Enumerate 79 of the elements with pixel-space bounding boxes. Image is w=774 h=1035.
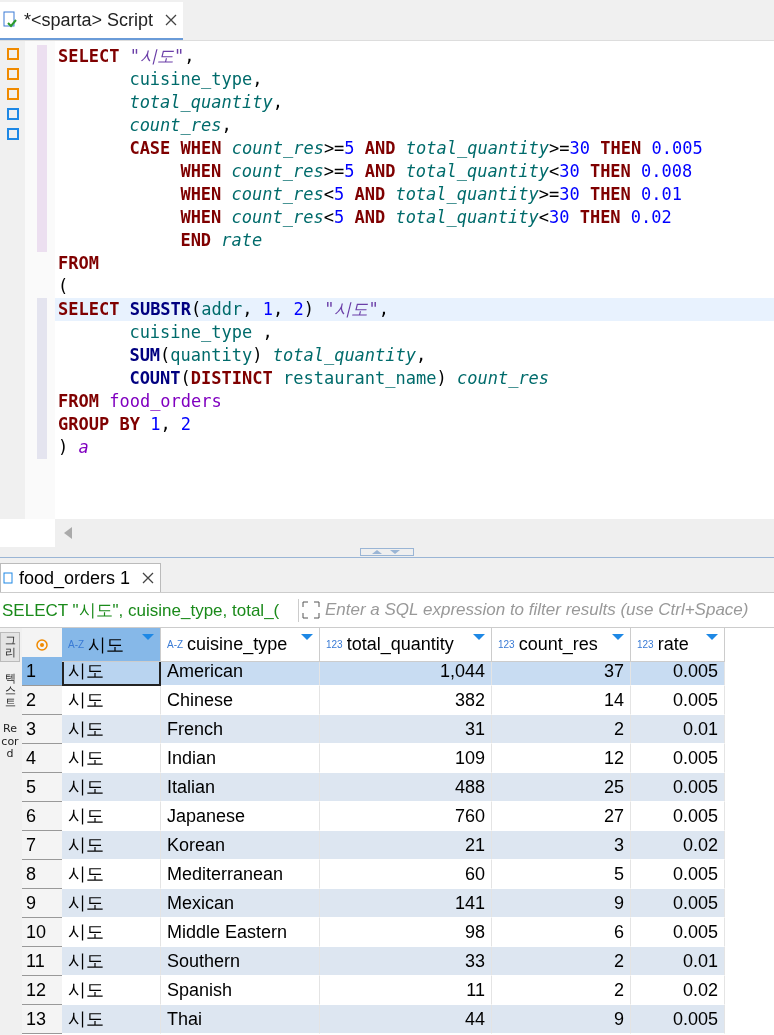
close-icon[interactable] bbox=[165, 14, 178, 26]
table-cell: 시도 bbox=[62, 715, 161, 744]
table-cell: 25 bbox=[492, 773, 631, 802]
filter-input[interactable]: Enter a SQL expression to filter results (use Ctrl+Space) bbox=[323, 599, 774, 621]
type-label: 123 bbox=[326, 639, 343, 650]
table-cell: 21 bbox=[320, 831, 492, 860]
table-cell: Southern bbox=[161, 947, 320, 976]
script-file-icon bbox=[2, 11, 18, 29]
caret-icon[interactable] bbox=[473, 634, 485, 640]
column-name: cuisine_type bbox=[187, 634, 288, 655]
table-cell: 0.01 bbox=[631, 947, 725, 976]
table-cell: 0.005 bbox=[631, 1005, 725, 1034]
table-cell: 488 bbox=[320, 773, 492, 802]
row-number[interactable]: 4 bbox=[22, 744, 62, 773]
table-cell: 시도 bbox=[62, 773, 161, 802]
caret-icon[interactable] bbox=[142, 634, 154, 640]
caret-icon[interactable] bbox=[706, 634, 718, 640]
row-number[interactable]: 8 bbox=[22, 860, 62, 889]
column-name: rate bbox=[657, 634, 689, 655]
row-number[interactable]: 9 bbox=[22, 889, 62, 918]
table-cell: 2 bbox=[492, 715, 631, 744]
sql-code[interactable]: SELECT "시도", cuisine_type, total_quantity, count_res, CASE WHEN count_res>=5 AND total_quantity>=30 THEN 0.005 WHEN count_res>=5 AND total_quantity<30 THEN 0.008 WHEN count_res<5 AND total_quantity>=30 THEN 0.01 WHEN count_res<5 AND total_quantity<30 THEN 0.02 END rate FROM ( SELECT SUBSTR(addr, 1, 2) "시도", cuisine_type , SUM(quantity) total_quantity, COUNT(DISTINCT restaurant_name) count_res FROM food_orders GROUP BY 1, 2 ) a bbox=[55, 41, 774, 519]
table-cell: French bbox=[161, 715, 320, 744]
row-number[interactable]: 1 bbox=[22, 657, 62, 686]
row-number[interactable]: 7 bbox=[22, 831, 62, 860]
column-header[interactable]: A-Z cuisine_type bbox=[161, 628, 320, 662]
row-number[interactable]: 12 bbox=[22, 976, 62, 1005]
table-cell: 0.005 bbox=[631, 773, 725, 802]
table-cell: 141 bbox=[320, 889, 492, 918]
table-cell: Korean bbox=[161, 831, 320, 860]
type-label: 123 bbox=[498, 639, 515, 650]
results-tab[interactable]: food_orders 1 bbox=[0, 563, 162, 592]
table-cell: 33 bbox=[320, 947, 492, 976]
column-header[interactable]: 123 rate bbox=[631, 628, 725, 662]
table-cell: 0.01 bbox=[631, 715, 725, 744]
side-tab[interactable]: 텍스트 bbox=[0, 670, 20, 713]
close-icon[interactable] bbox=[142, 572, 155, 584]
table-cell: 9 bbox=[492, 889, 631, 918]
table-cell: 0.02 bbox=[631, 831, 725, 860]
type-label: A-Z bbox=[167, 639, 184, 650]
table-cell: Mexican bbox=[161, 889, 320, 918]
column-name: count_res bbox=[518, 634, 598, 655]
row-number[interactable]: 3 bbox=[22, 715, 62, 744]
table-cell: 0.005 bbox=[631, 889, 725, 918]
query-text: SELECT "시도", cuisine_type, total_( bbox=[0, 598, 299, 622]
column-header[interactable]: 123 total_quantity bbox=[320, 628, 492, 662]
column-name: total_quantity bbox=[346, 634, 454, 655]
table-cell: Thai bbox=[161, 1005, 320, 1034]
table-cell: 9 bbox=[492, 1005, 631, 1034]
column-header[interactable]: A-Z 시도 bbox=[62, 628, 161, 662]
side-tab[interactable]: Record bbox=[0, 720, 20, 763]
type-label: A-Z bbox=[68, 639, 85, 650]
editor-tab[interactable]: *<sparta> Script bbox=[0, 2, 184, 40]
row-number[interactable]: 13 bbox=[22, 1005, 62, 1034]
caret-icon[interactable] bbox=[612, 634, 624, 640]
caret-icon[interactable] bbox=[301, 634, 313, 640]
row-number[interactable]: 2 bbox=[22, 686, 62, 715]
row-number[interactable]: 6 bbox=[22, 802, 62, 831]
row-number[interactable]: 5 bbox=[22, 773, 62, 802]
table-cell: 시도 bbox=[62, 889, 161, 918]
table-cell: 2 bbox=[492, 947, 631, 976]
type-label: 123 bbox=[637, 639, 654, 650]
column-name: 시도 bbox=[88, 633, 125, 657]
expand-icon[interactable] bbox=[301, 600, 321, 620]
splitter-handle-icon[interactable] bbox=[360, 548, 414, 556]
column-header[interactable]: 123 count_res bbox=[492, 628, 631, 662]
row-number[interactable]: 10 bbox=[22, 918, 62, 947]
table-cell: 시도 bbox=[62, 947, 161, 976]
table-cell: 44 bbox=[320, 1005, 492, 1034]
table-icon bbox=[3, 571, 13, 585]
table-cell: 시도 bbox=[62, 1005, 161, 1034]
table-cell: Italian bbox=[161, 773, 320, 802]
table-cell: 31 bbox=[320, 715, 492, 744]
target-icon bbox=[36, 638, 48, 651]
row-number[interactable]: 11 bbox=[22, 947, 62, 976]
table-cell: 시도 bbox=[62, 831, 161, 860]
side-tab[interactable]: 그리 bbox=[0, 632, 20, 663]
scroll-left-icon[interactable] bbox=[63, 526, 73, 540]
table-cell: 3 bbox=[492, 831, 631, 860]
